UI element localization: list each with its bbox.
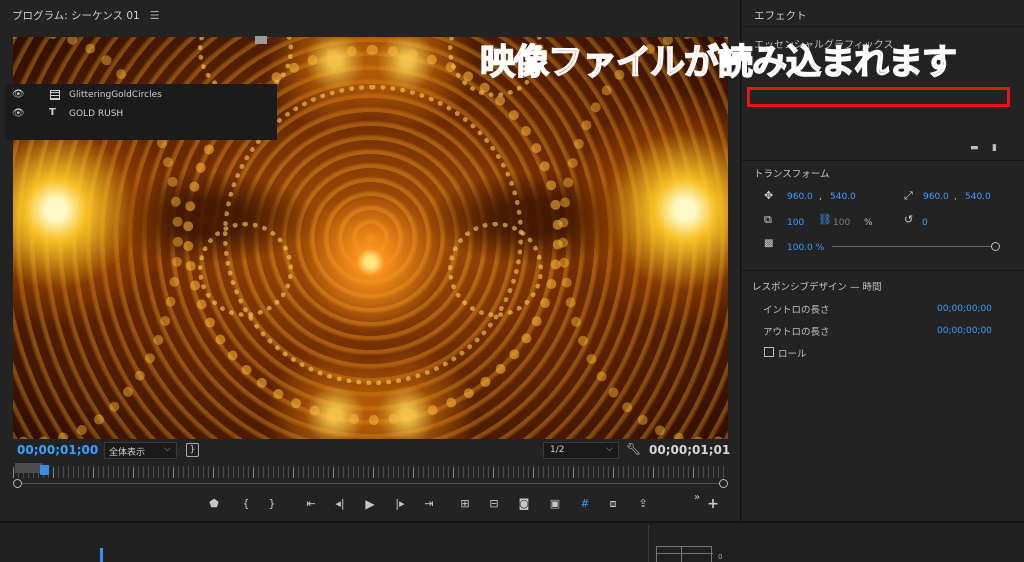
rotation-value[interactable]: 0	[922, 218, 928, 228]
settings-toggle-icon[interactable]: }	[186, 443, 199, 457]
comparison-view-icon[interactable]: ▣	[546, 496, 564, 512]
proxy-toggle-icon[interactable]: ⧈	[604, 496, 622, 512]
program-monitor-header: プログラム: シーケンス 01 ☰	[0, 0, 741, 30]
scale-value[interactable]: 100	[787, 218, 804, 228]
playback-resolution-select[interactable]: 1/2 ⌵	[543, 442, 619, 459]
outro-duration-label: アウトロの長さ	[763, 327, 830, 338]
mark-in-icon[interactable]: {	[237, 496, 255, 512]
play-icon[interactable]: ▶	[361, 496, 379, 512]
zoom-fit-select[interactable]: 全体表示 ⌵	[104, 442, 177, 459]
opacity-slider[interactable]	[832, 246, 994, 247]
layer-row[interactable]: 👁︎ GlitteringGoldCircles	[5, 86, 277, 104]
annotation-caption: 映像ファイルが読み込まれます	[479, 42, 958, 84]
safe-margins-icon[interactable]: #	[576, 496, 594, 512]
opacity-value[interactable]: 100.0 %	[787, 243, 824, 253]
step-forward-icon[interactable]: |▸	[391, 496, 409, 512]
zoom-scrollbar-right-handle[interactable]	[719, 479, 728, 488]
layer-name: GOLD RUSH	[69, 109, 124, 119]
scale-height-value: 100	[833, 218, 851, 228]
value-separator: ,	[954, 192, 957, 202]
go-to-out-icon[interactable]: ⇥	[420, 496, 438, 512]
anchor-point-icon: ⤢	[904, 189, 913, 202]
chevron-down-icon: ⌵	[606, 444, 613, 454]
text-layer-icon: T	[49, 107, 56, 118]
graphics-layer-list: 👁︎ GlitteringGoldCircles 👁︎ T GOLD RUSH	[5, 84, 277, 140]
panel-divider	[742, 26, 1024, 27]
position-x-value[interactable]: 960.0	[787, 192, 813, 202]
anchor-y-value[interactable]: 540.0	[965, 192, 991, 202]
timeline-panel-strip	[0, 521, 1024, 562]
program-monitor-title[interactable]: プログラム: シーケンス 01	[12, 8, 140, 23]
stack-icon[interactable]	[255, 36, 267, 44]
eye-icon[interactable]: 👁︎	[12, 108, 25, 119]
effects-panel-title[interactable]: エフェクト	[754, 8, 807, 23]
mark-out-icon[interactable]: }	[263, 496, 281, 512]
eye-icon[interactable]: 👁︎	[12, 89, 25, 100]
panel-divider	[742, 270, 1024, 271]
chevron-down-icon: ⌵	[164, 444, 171, 454]
link-icon[interactable]: ⛓︎	[818, 213, 832, 226]
hamburger-menu-icon[interactable]: ☰	[150, 9, 160, 22]
export-icon[interactable]: ⇪	[634, 496, 652, 512]
zoom-fit-value: 全体表示	[109, 448, 146, 458]
timeline-playhead-marker[interactable]	[100, 548, 103, 562]
transform-section-title: トランスフォーム	[754, 169, 830, 180]
wrench-icon[interactable]: 🔧︎	[626, 442, 641, 456]
extract-icon[interactable]: ⊟	[485, 496, 503, 512]
layer-name: GlitteringGoldCircles	[69, 90, 162, 100]
playback-resolution-value: 1/2	[550, 445, 565, 455]
time-ruler-major-ticks	[13, 468, 728, 478]
rotation-icon: ↺	[904, 213, 914, 226]
new-layer-icon[interactable]: ▮	[992, 143, 997, 153]
highlight-annotation-box	[747, 87, 1010, 107]
layer-row[interactable]: 👁︎ T GOLD RUSH	[5, 105, 277, 123]
audio-meter	[656, 546, 713, 562]
lift-icon[interactable]: ⊞	[456, 496, 474, 512]
camera-icon[interactable]: ◙	[515, 496, 533, 512]
work-area-bar[interactable]	[15, 463, 43, 473]
anchor-x-value[interactable]: 960.0	[923, 192, 949, 202]
scale-icon: ⧉	[764, 213, 772, 226]
plus-icon[interactable]: +	[704, 496, 722, 512]
position-icon: ✥	[764, 189, 774, 202]
playhead-timecode[interactable]: 00;00;01;00	[17, 443, 98, 457]
panel-divider	[648, 525, 649, 562]
transport-controls: ⬟ { } ⇤ ◂| ▶ |▸ ⇥ ⊞ ⊟ ◙ ▣ # ⧈ ⇪ » +	[0, 492, 741, 516]
roll-checkbox[interactable]	[764, 347, 774, 357]
zoom-scrollbar[interactable]	[17, 483, 724, 484]
audio-meter-zero-label: 0	[718, 553, 723, 561]
outro-duration-value[interactable]: 00;00;00;00	[937, 326, 992, 336]
roll-label: ロール	[778, 349, 807, 360]
go-to-in-icon[interactable]: ⇤	[302, 496, 320, 512]
folder-icon[interactable]: ▬	[970, 143, 979, 153]
panel-divider	[742, 160, 1024, 161]
intro-duration-label: イントロの長さ	[763, 305, 830, 316]
responsive-design-title: レスポンシブデザイン — 時間	[752, 282, 882, 293]
step-back-icon[interactable]: ◂|	[331, 496, 349, 512]
opacity-icon: ▩	[764, 238, 774, 249]
intro-duration-value[interactable]: 00;00;00;00	[937, 304, 992, 314]
video-clip-icon	[50, 90, 60, 100]
opacity-slider-thumb[interactable]	[991, 242, 1000, 251]
monitor-controls-row: 00;00;01;00 全体表示 ⌵ } 1/2 ⌵ 🔧︎ 00;00;01;0…	[0, 440, 741, 462]
position-y-value[interactable]: 540.0	[830, 192, 856, 202]
marker-icon[interactable]: ⬟	[205, 496, 223, 512]
duration-timecode: 00;00;01;01	[649, 443, 731, 457]
playhead-handle[interactable]	[40, 465, 49, 475]
zoom-scrollbar-left-handle[interactable]	[13, 479, 22, 488]
scale-percent-label: %	[864, 218, 873, 228]
value-separator: ,	[819, 192, 822, 202]
